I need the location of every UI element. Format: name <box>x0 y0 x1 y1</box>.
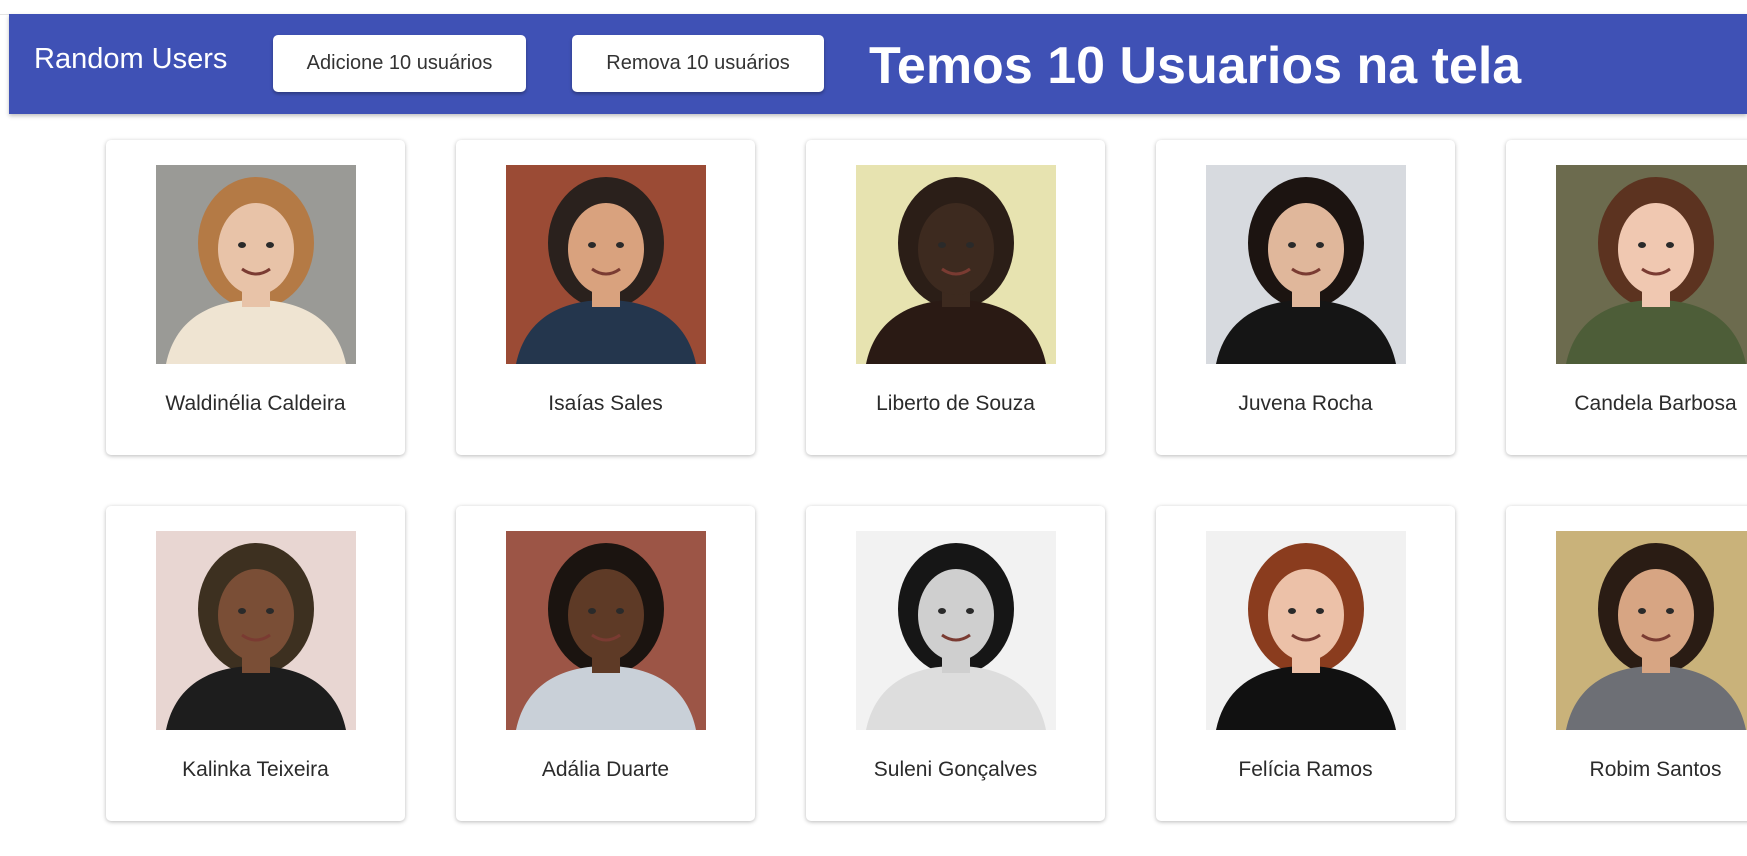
user-card: Kalinka Teixeira <box>106 506 405 821</box>
user-photo <box>1206 531 1406 730</box>
user-grid: Waldinélia Caldeira Isaías Sales Liberto d… <box>0 0 1747 856</box>
user-card: Suleni Gonçalves <box>806 506 1105 821</box>
user-name: Felícia Ramos <box>1238 758 1373 781</box>
app-bar: Random Users Adicione 10 usuários Remova… <box>9 14 1747 114</box>
remove-users-button[interactable]: Remova 10 usuários <box>572 35 824 92</box>
user-count-headline: Temos 10 Usuarios na tela <box>869 37 1522 95</box>
user-photo <box>1556 165 1747 364</box>
user-photo <box>856 531 1056 730</box>
user-name: Isaías Sales <box>548 392 663 415</box>
user-photo <box>1556 531 1747 730</box>
user-card: Candela Barbosa <box>1506 140 1747 455</box>
user-name: Suleni Gonçalves <box>873 758 1038 781</box>
user-card: Felícia Ramos <box>1156 506 1455 821</box>
app-title: Random Users <box>34 43 228 75</box>
user-name: Liberto de Souza <box>876 392 1035 415</box>
user-card: Isaías Sales <box>456 140 755 455</box>
user-name: Waldinélia Caldeira <box>165 392 346 415</box>
user-card: Juvena Rocha <box>1156 140 1455 455</box>
user-card: Liberto de Souza <box>806 140 1105 455</box>
user-name: Kalinka Teixeira <box>182 758 329 781</box>
user-card: Adália Duarte <box>456 506 755 821</box>
user-photo <box>506 531 706 730</box>
user-card: Waldinélia Caldeira <box>106 140 405 455</box>
user-name: Adália Duarte <box>541 758 670 781</box>
user-photo <box>156 531 356 730</box>
user-name: Candela Barbosa <box>1574 392 1737 415</box>
user-photo <box>1206 165 1406 364</box>
user-card: Robim Santos <box>1506 506 1747 821</box>
user-photo <box>506 165 706 364</box>
user-photo <box>856 165 1056 364</box>
user-name: Robim Santos <box>1589 758 1722 781</box>
window-top-strip <box>0 0 1747 15</box>
add-users-button[interactable]: Adicione 10 usuários <box>273 35 526 92</box>
user-photo <box>156 165 356 364</box>
user-name: Juvena Rocha <box>1238 392 1373 415</box>
